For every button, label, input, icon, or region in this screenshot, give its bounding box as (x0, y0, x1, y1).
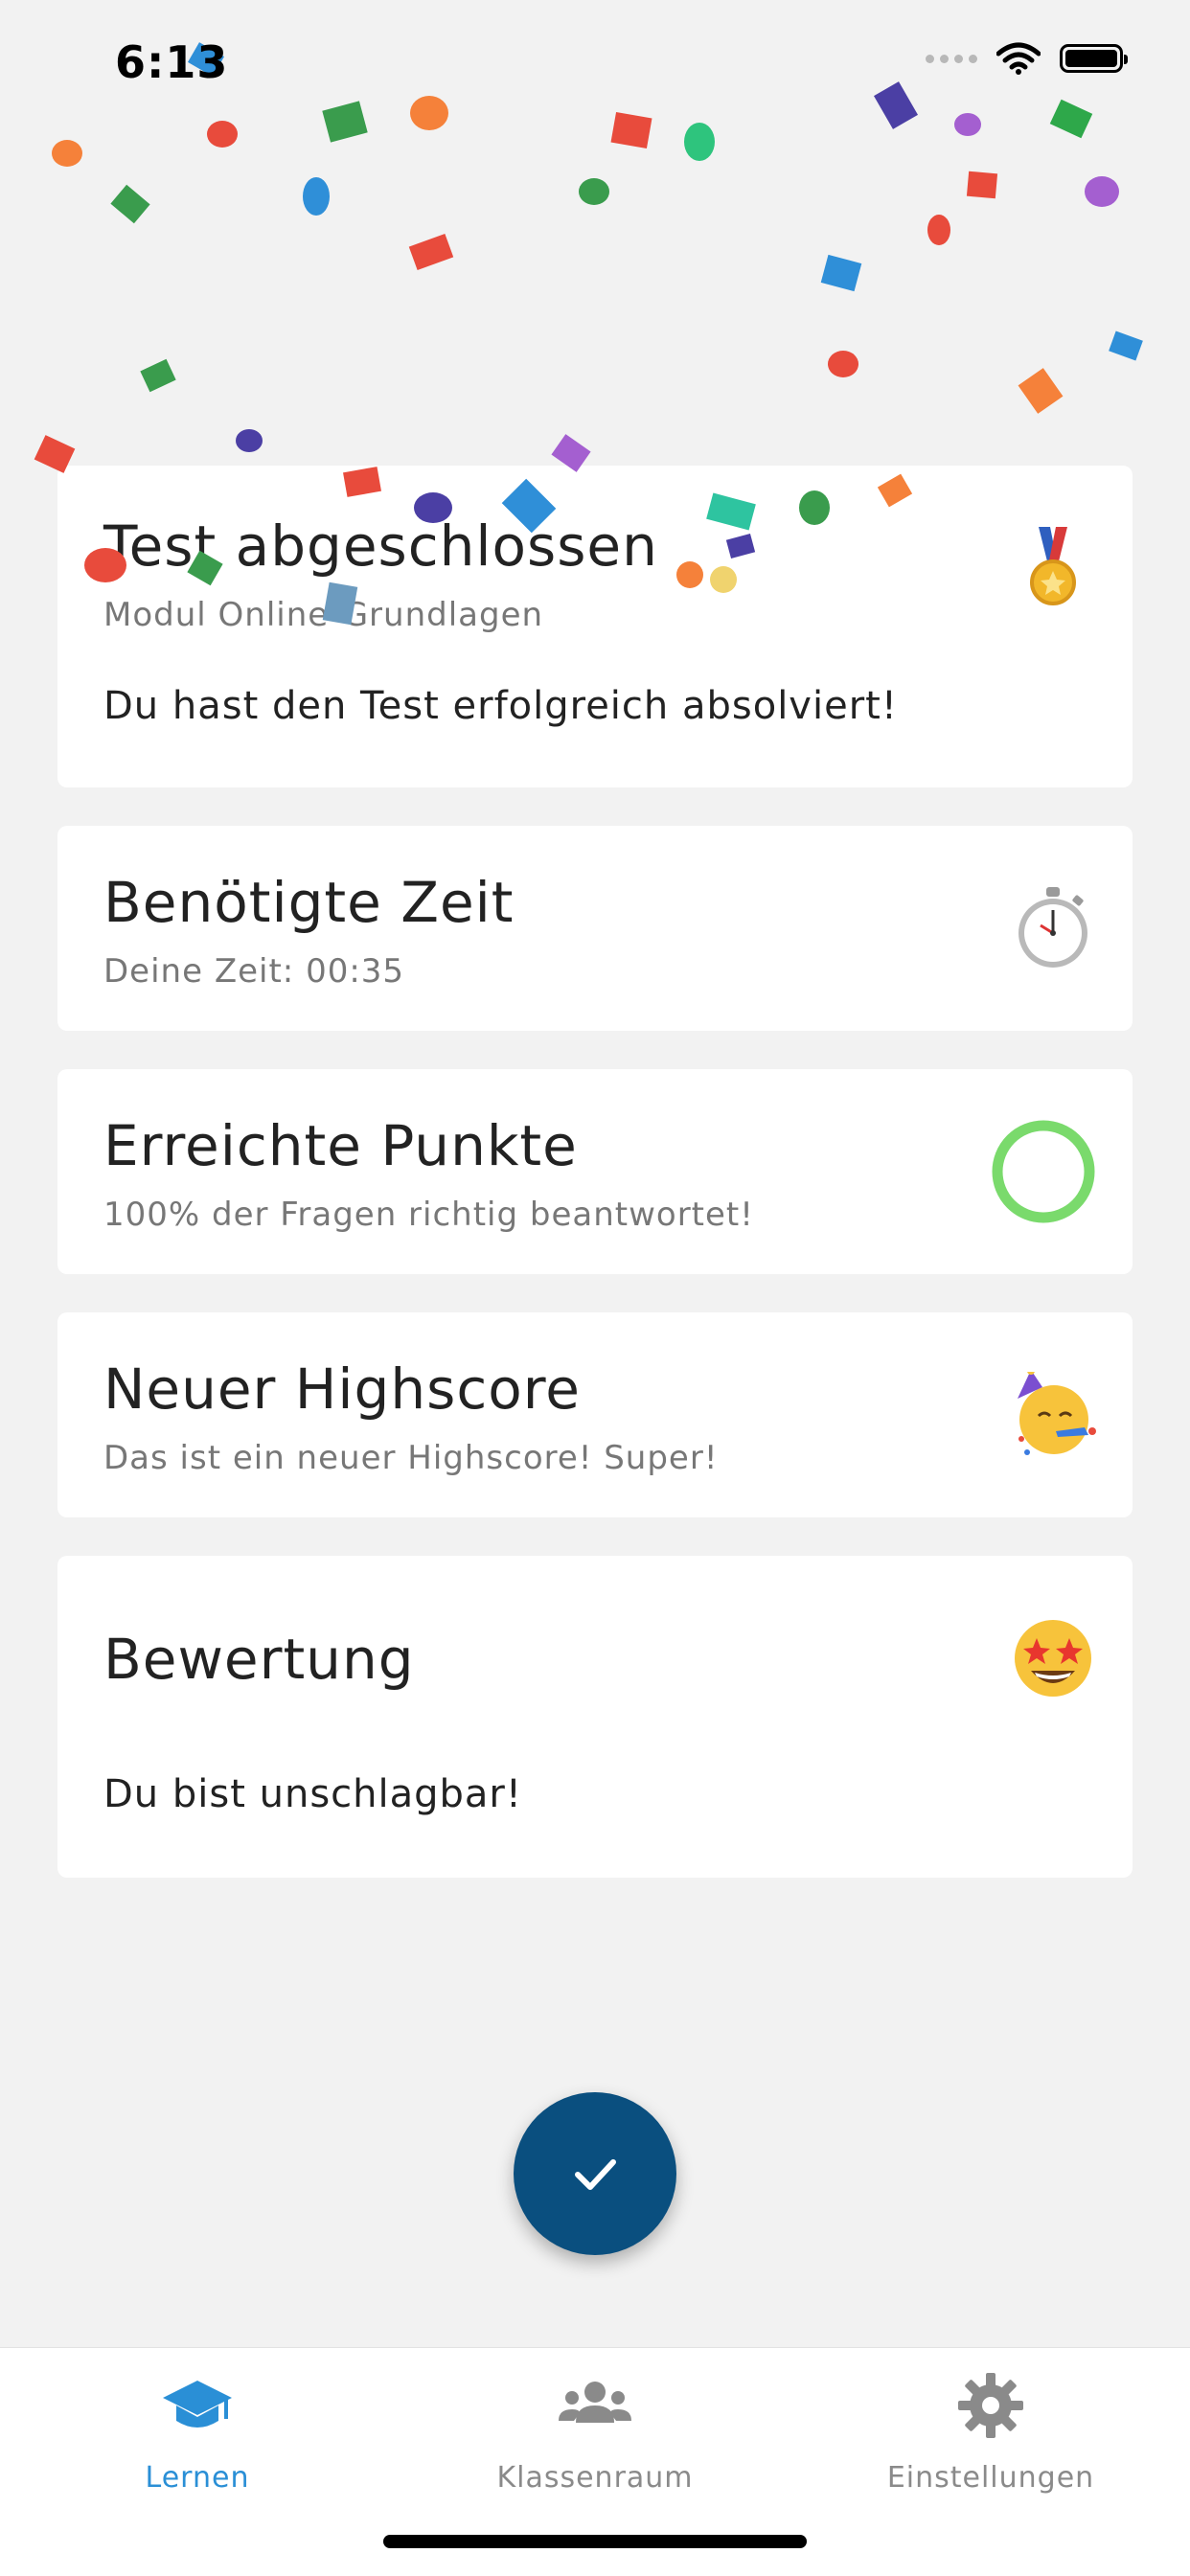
card-subtitle: Das ist ein neuer Highscore! Super! (103, 1439, 719, 1477)
card-subtitle: Deine Zeit: 00:35 (103, 952, 405, 991)
status-bar: 6:13 (0, 0, 1190, 134)
stopwatch-icon (1018, 887, 1087, 968)
card-title: Test abgeschlossen (103, 513, 658, 579)
card-body: Du hast den Test erfolgreich absolviert! (103, 684, 898, 728)
card-highscore: Neuer Highscore Das ist ein neuer Highsc… (57, 1312, 1133, 1517)
nav-label: Lernen (145, 2461, 250, 2495)
home-indicator (383, 2535, 807, 2548)
nav-item-learn[interactable]: Lernen (54, 2369, 341, 2513)
status-time: 6:13 (115, 36, 229, 88)
status-icons (926, 42, 1128, 75)
progress-ring-icon (992, 1120, 1095, 1223)
card-title: Erreichte Punkte (103, 1113, 578, 1178)
group-icon (559, 2382, 631, 2423)
party-face-icon (1018, 1372, 1096, 1455)
confirm-fab-button[interactable] (514, 2092, 676, 2255)
card-rating: Bewertung Du bist unschlagbar! (57, 1556, 1133, 1878)
star-struck-face-icon (1015, 1620, 1091, 1697)
card-subtitle: Modul Online-Grundlagen (103, 596, 544, 634)
wifi-icon (996, 42, 1041, 75)
nav-label: Einstellungen (886, 2461, 1095, 2495)
gear-icon (958, 2373, 1023, 2438)
card-time-needed: Benötigte Zeit Deine Zeit: 00:35 (57, 826, 1133, 1031)
nav-item-classroom[interactable]: Klassenraum (451, 2369, 739, 2513)
card-points: Erreichte Punkte 100% der Fragen richtig… (57, 1069, 1133, 1274)
card-title: Bewertung (103, 1627, 415, 1692)
card-test-completed: Test abgeschlossen Modul Online-Grundlag… (57, 466, 1133, 787)
medal-icon (1030, 527, 1076, 605)
card-body: Du bist unschlagbar! (103, 1772, 522, 1816)
nav-label: Klassenraum (496, 2461, 694, 2495)
battery-icon (1060, 44, 1128, 73)
cellular-signal-icon (926, 54, 977, 63)
nav-item-settings[interactable]: Einstellungen (847, 2369, 1134, 2513)
card-title: Neuer Highscore (103, 1356, 581, 1422)
graduation-cap-icon (163, 2381, 232, 2428)
checkmark-icon (575, 2159, 616, 2190)
card-subtitle: 100% der Fragen richtig beantwortet! (103, 1196, 754, 1234)
card-title: Benötigte Zeit (103, 870, 515, 935)
